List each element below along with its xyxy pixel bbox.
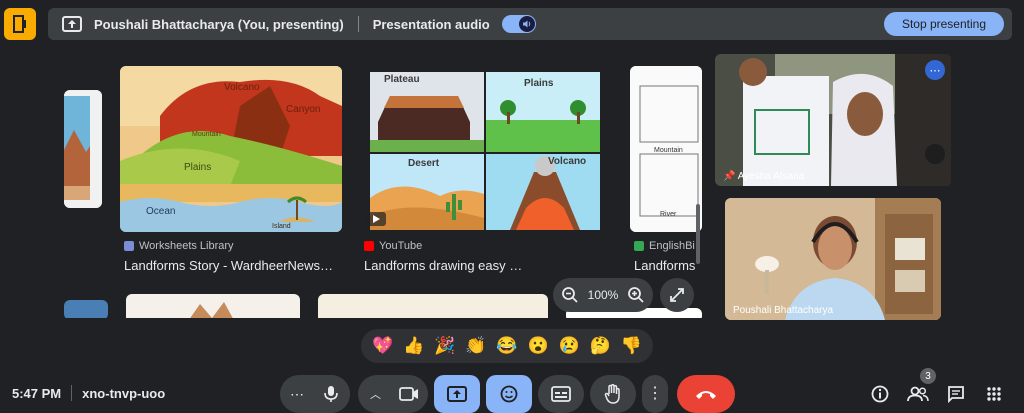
video-control-group: ︿ xyxy=(358,375,428,413)
label-canyon: Canyon xyxy=(286,104,320,115)
meeting-info: 5:47 PM xno-tnvp-uoo xyxy=(12,385,165,401)
label-island: Island xyxy=(272,223,291,230)
smiley-icon xyxy=(500,385,518,403)
participant-name: 📌 Ayesha Afsana xyxy=(723,171,805,182)
more-vert-icon: ⋮ xyxy=(647,385,663,402)
card-title-2[interactable]: Landforms drawing easy … xyxy=(364,258,522,273)
label-volcano: Volcano xyxy=(548,156,586,167)
meeting-details-button[interactable] xyxy=(870,384,890,404)
sidebar-toggle-button[interactable] xyxy=(4,8,36,40)
card-title-3[interactable]: Landforms xyxy=(634,258,695,273)
source-label: YouTube xyxy=(379,240,423,252)
divider xyxy=(357,16,359,32)
microphone-button[interactable] xyxy=(312,375,350,413)
divider xyxy=(71,385,73,401)
scrollbar[interactable] xyxy=(696,204,700,264)
people-button[interactable] xyxy=(906,384,930,404)
more-options-button[interactable]: ⋮ xyxy=(642,375,668,413)
stop-presenting-button[interactable]: Stop presenting xyxy=(883,12,1004,36)
zoom-controls: 100% xyxy=(553,278,653,312)
label-volcano: Volcano xyxy=(224,82,260,93)
more-options-icon[interactable]: ⋯ xyxy=(925,60,945,80)
captions-button[interactable] xyxy=(538,375,584,413)
door-icon xyxy=(13,15,26,33)
speaker-icon xyxy=(518,16,535,32)
partial-image-left[interactable] xyxy=(64,90,102,208)
chat-button[interactable] xyxy=(946,384,966,404)
zoom-level: 100% xyxy=(587,288,619,302)
label-mountain: Mountain xyxy=(192,131,221,138)
label-desert: Desert xyxy=(408,158,440,169)
fullscreen-button[interactable] xyxy=(660,278,694,312)
landform-image-1[interactable]: Volcano Canyon Mountain Plains Ocean Isl… xyxy=(120,66,342,232)
landform-image-3[interactable]: Mountain River xyxy=(630,66,702,232)
presentation-audio-toggle[interactable] xyxy=(501,15,536,33)
reaction-joy[interactable]: 😂 xyxy=(496,336,517,356)
participant-video xyxy=(715,54,951,186)
favicon-icon xyxy=(124,241,134,251)
audio-control-group: ⋯ xyxy=(280,375,350,413)
source-label: Worksheets Library xyxy=(139,240,234,252)
source-englishbi[interactable]: EnglishBi xyxy=(634,240,695,252)
zoom-in-icon[interactable] xyxy=(627,286,645,304)
label-plains: Plains xyxy=(524,78,554,89)
source-youtube[interactable]: YouTube xyxy=(364,240,422,252)
meeting-code[interactable]: xno-tnvp-uoo xyxy=(82,386,165,401)
reaction-thumbs-down[interactable]: 👎 xyxy=(621,336,642,356)
people-count-badge: 3 xyxy=(920,368,936,384)
reaction-thumbs-up[interactable]: 👍 xyxy=(403,336,424,356)
label-plateau: Plateau xyxy=(384,74,420,85)
video-camera-icon xyxy=(399,387,418,401)
landform-image-2[interactable]: Plateau Plains Desert Volcano xyxy=(360,68,608,232)
chevron-up-icon[interactable]: ︿ xyxy=(370,386,381,402)
raise-hand-button[interactable] xyxy=(590,375,636,413)
apps-grid-icon xyxy=(987,387,1001,401)
reaction-thinking[interactable]: 🤔 xyxy=(590,336,611,356)
pin-icon: 📌 xyxy=(723,171,738,182)
people-icon xyxy=(907,386,929,402)
reaction-party-popper[interactable]: 🎉 xyxy=(434,336,455,356)
partial-image-bottom-2[interactable] xyxy=(318,294,548,318)
present-screen-icon xyxy=(62,16,82,32)
reaction-sparkling-heart[interactable]: 💖 xyxy=(372,336,393,356)
reactions-bar: 💖 👍 🎉 👏 😂 😮 😢 🤔 👎 xyxy=(361,329,653,363)
presenter-name: Poushali Bhattacharya (You, presenting) xyxy=(94,16,344,32)
participant-tile-poushali[interactable]: Poushali Bhattacharya xyxy=(725,198,941,320)
participant-video xyxy=(725,198,941,320)
present-screen-icon xyxy=(447,386,467,402)
card-title-1[interactable]: Landforms Story - WardheerNews… xyxy=(124,258,333,273)
partial-image-bottom-1[interactable] xyxy=(126,294,300,318)
partial-image-bottom-left[interactable] xyxy=(64,300,108,318)
favicon-icon xyxy=(634,241,644,251)
label-river: River xyxy=(660,211,677,218)
participant-tile-ayesha[interactable]: ⋯ 📌 Ayesha Afsana xyxy=(715,54,951,186)
expand-icon xyxy=(670,288,684,302)
info-icon xyxy=(871,385,889,403)
microphone-icon xyxy=(324,386,338,402)
reaction-surprised[interactable]: 😮 xyxy=(528,336,549,356)
source-worksheets-library[interactable]: Worksheets Library xyxy=(124,240,234,252)
chat-icon xyxy=(948,386,964,403)
participant-name: Poushali Bhattacharya xyxy=(733,305,834,316)
more-audio-options-icon[interactable]: ⋯ xyxy=(290,386,304,403)
hang-up-icon xyxy=(696,391,716,399)
closed-captions-icon xyxy=(551,386,571,402)
label-plains: Plains xyxy=(184,162,211,173)
label-mountain: Mountain xyxy=(654,147,683,154)
label-ocean: Ocean xyxy=(146,206,175,217)
source-label: EnglishBi xyxy=(649,240,695,252)
youtube-icon xyxy=(364,241,374,251)
emoji-reactions-button[interactable] xyxy=(486,375,532,413)
reaction-crying[interactable]: 😢 xyxy=(559,336,580,356)
presentation-audio-label: Presentation audio xyxy=(372,16,490,32)
reaction-clapping-hands[interactable]: 👏 xyxy=(465,336,486,356)
camera-button[interactable] xyxy=(390,375,428,413)
hand-icon xyxy=(604,384,620,404)
zoom-out-icon[interactable] xyxy=(561,286,579,304)
leave-call-button[interactable] xyxy=(677,375,735,413)
presenting-bar: Poushali Bhattacharya (You, presenting) … xyxy=(48,8,1012,40)
present-now-button[interactable] xyxy=(434,375,480,413)
clock-time: 5:47 PM xyxy=(12,385,62,401)
activities-button[interactable] xyxy=(984,384,1004,404)
